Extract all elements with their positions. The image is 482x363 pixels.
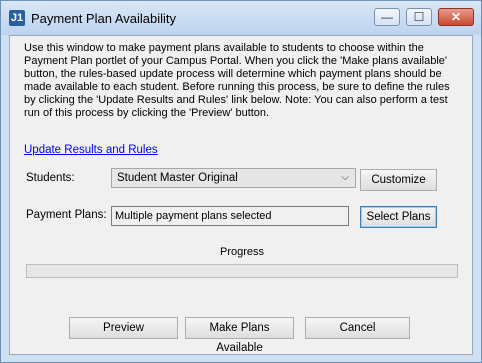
window-title: Payment Plan Availability [31, 11, 177, 26]
close-button[interactable]: ✕ [438, 8, 474, 26]
dialog-body: Use this window to make payment plans av… [9, 35, 473, 355]
close-icon: ✕ [450, 10, 462, 24]
description-text: Use this window to make payment plans av… [24, 42, 450, 119]
progress-label: Progress [219, 246, 265, 258]
select-plans-button[interactable]: Select Plans [360, 206, 437, 228]
minimize-icon: — [381, 10, 393, 24]
title-bar: J1 Payment Plan Availability — ☐ ✕ [1, 1, 481, 35]
students-select[interactable]: Student Master Original ⌵ [111, 168, 356, 188]
make-plans-available-button[interactable]: Make Plans Available [185, 317, 294, 354]
maximize-button[interactable]: ☐ [406, 8, 432, 26]
minimize-button[interactable]: — [374, 8, 400, 26]
cancel-button[interactable]: Cancel [305, 317, 410, 339]
preview-button[interactable]: Preview [69, 317, 178, 339]
students-selected-value: Student Master Original [117, 172, 238, 184]
maximize-icon: ☐ [413, 10, 425, 24]
progress-bar [26, 264, 458, 278]
payment-plans-label: Payment Plans: [26, 209, 107, 221]
update-results-and-rules-link[interactable]: Update Results and Rules [24, 144, 158, 156]
students-label: Students: [26, 172, 75, 184]
payment-plans-field[interactable]: Multiple payment plans selected [111, 206, 349, 226]
payment-plan-availability-window: J1 Payment Plan Availability — ☐ ✕ Use t… [0, 0, 482, 363]
customize-button[interactable]: Customize [360, 169, 437, 191]
chevron-down-icon: ⌵ [341, 172, 349, 183]
app-logo-icon: J1 [9, 10, 25, 26]
